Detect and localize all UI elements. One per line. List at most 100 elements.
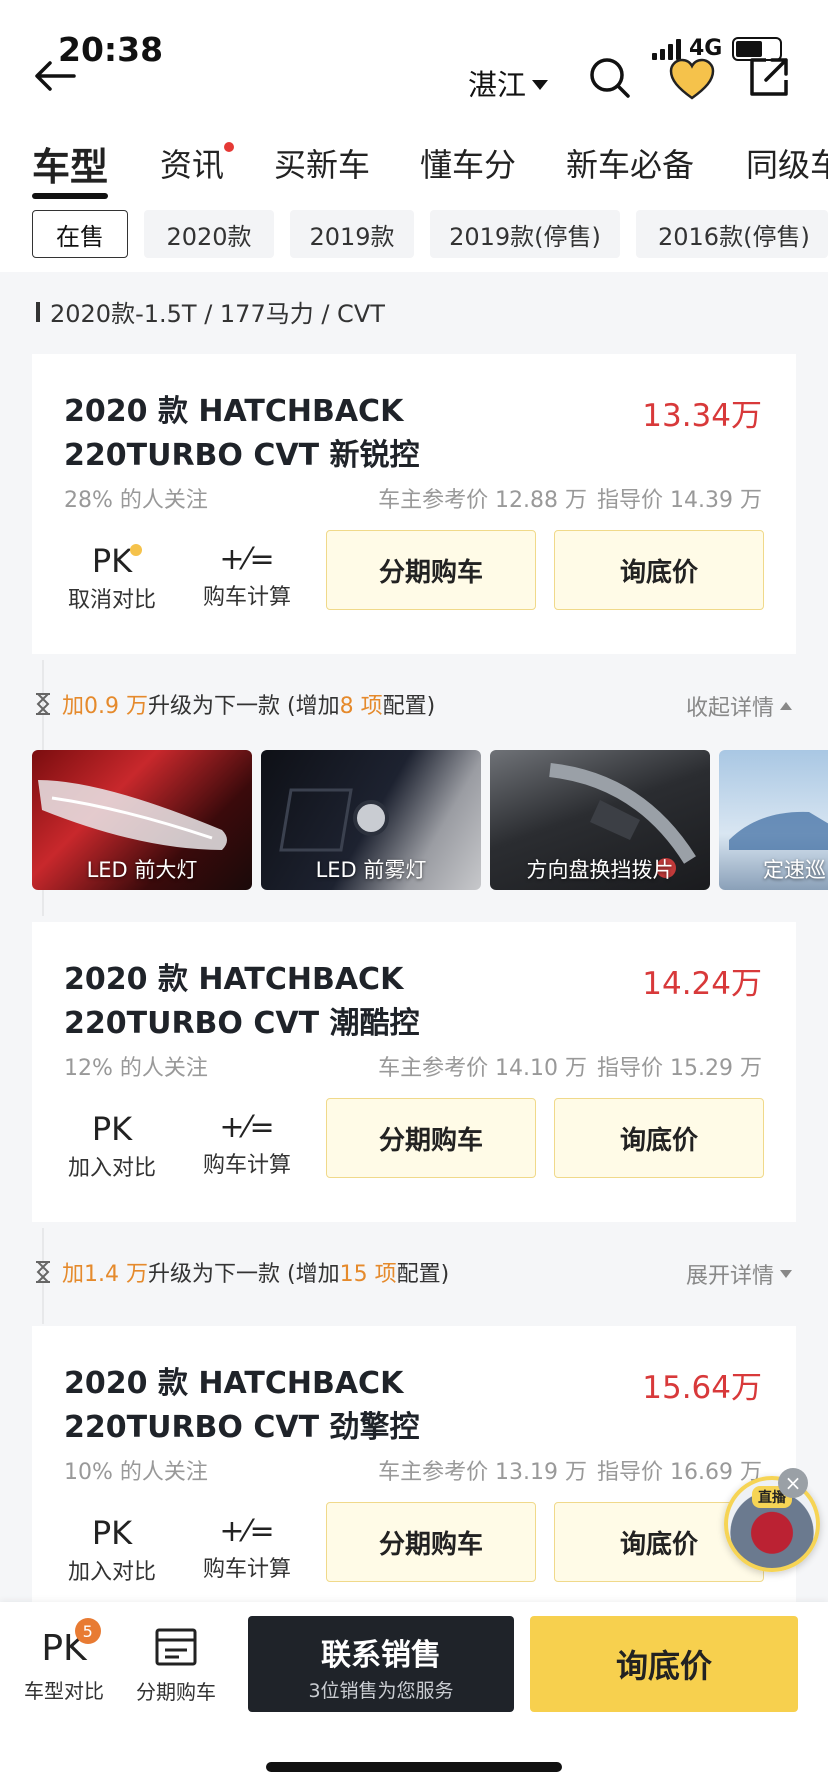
upgrade-hint: 加 1.4 万 升级为下一款 (增加 15 项 配置) 展开详情 <box>34 1248 798 1296</box>
ask-price-button[interactable]: 询底价 <box>554 530 764 610</box>
finance-button[interactable]: 分期购车 <box>326 1502 536 1582</box>
top-bar: 20:38 湛江 4G <box>0 0 828 128</box>
triangle-down-icon <box>780 1270 792 1278</box>
calculator-icon: +⁄= <box>219 1514 275 1549</box>
collapse-details-button[interactable]: 收起详情 <box>686 690 792 722</box>
upgrade-hint: 加 0.9 万 升级为下一款 (增加 8 项 配置) 收起详情 <box>34 680 798 728</box>
owner-price: 车主参考价 13.19 万 <box>378 1460 588 1485</box>
pk-label: 取消对比 <box>67 588 156 613</box>
model-card[interactable]: 2020 款 HATCHBACK 220TURBO CVT 新锐控 13.34万… <box>32 354 796 654</box>
pk-label: 加入对比 <box>67 1560 156 1585</box>
purchase-calculator[interactable]: +⁄= 购车计算 <box>192 542 302 611</box>
feature-caption: 定速巡 <box>763 858 826 882</box>
feature-photo[interactable]: LED 前雾灯 <box>261 750 481 890</box>
calculator-icon: +⁄= <box>219 542 275 577</box>
close-icon[interactable]: × <box>778 1468 808 1498</box>
filter-2019[interactable]: 2019款 <box>290 210 414 258</box>
guide-price: 指导价 16.69 万 <box>597 1460 762 1485</box>
tab-news[interactable]: 资讯 <box>160 140 235 186</box>
hourglass-icon <box>36 693 50 715</box>
purchase-calculator[interactable]: +⁄= 购车计算 <box>192 1514 302 1583</box>
expand-details-button[interactable]: 展开详情 <box>686 1258 792 1290</box>
contact-subtitle: 3位销售为您服务 <box>308 1680 454 1702</box>
guide-price: 指导价 15.29 万 <box>597 1056 762 1081</box>
finance-label: 分期购车 <box>136 1680 216 1704</box>
section-title-text: 2020款-1.5T / 177马力 / CVT <box>50 300 385 328</box>
feature-caption: LED 前大灯 <box>86 858 198 882</box>
tab-essentials[interactable]: 新车必备 <box>566 140 694 186</box>
signal-icon <box>652 38 681 60</box>
tab-news-label: 资讯 <box>160 146 225 184</box>
home-indicator <box>266 1762 562 1772</box>
contact-sales-button[interactable]: 联系销售 3位销售为您服务 <box>248 1616 514 1712</box>
compare-models-button[interactable]: PK 5 车型对比 <box>14 1618 114 1704</box>
model-name: 2020 款 HATCHBACK 220TURBO CVT 新锐控 <box>64 394 420 473</box>
bottom-finance-button[interactable]: 分期购车 <box>126 1628 226 1705</box>
guide-price: 指导价 14.39 万 <box>597 488 762 513</box>
notification-dot <box>224 142 235 152</box>
pk-icon: PK <box>92 542 143 580</box>
city-label: 湛江 <box>468 68 527 102</box>
upgrade-amount: 1.4 万 <box>84 1262 148 1287</box>
reference-prices: 车主参考价 13.19 万指导价 16.69 万 <box>378 1454 762 1486</box>
filter-2019-stopped[interactable]: 2019款(停售) <box>430 210 620 258</box>
tab-score[interactable]: 懂车分 <box>420 140 516 186</box>
model-name: 2020 款 HATCHBACK 220TURBO CVT 劲擎控 <box>64 1366 420 1445</box>
search-icon[interactable] <box>588 56 632 100</box>
bottom-ask-price-button[interactable]: 询底价 <box>530 1616 798 1712</box>
attention-rate: 10% 的人关注 <box>64 1460 208 1485</box>
caret-down-icon <box>532 79 549 90</box>
pk-compare-toggle[interactable]: PK 取消对比 <box>62 542 162 614</box>
feature-caption: 方向盘换挡拨片 <box>526 858 674 882</box>
city-selector[interactable]: 湛江 <box>468 62 549 104</box>
pk-icon: PK <box>91 1110 133 1148</box>
upgrade-items: 8 项 <box>339 694 383 719</box>
compare-label: 车型对比 <box>24 1679 104 1703</box>
model-price: 15.64万 <box>642 1370 762 1406</box>
tab-buy-new[interactable]: 买新车 <box>274 140 370 186</box>
upgrade-items: 15 项 <box>339 1262 397 1287</box>
feature-photo[interactable]: LED 前大灯 <box>32 750 252 890</box>
pk-label: 加入对比 <box>67 1156 156 1181</box>
tab-models[interactable]: 车型 <box>32 136 109 199</box>
tab-similar[interactable]: 同级车 <box>746 140 828 186</box>
upgrade-amount: 0.9 万 <box>84 694 148 719</box>
checked-badge-icon <box>130 544 143 556</box>
finance-button[interactable]: 分期购车 <box>326 530 536 610</box>
ask-price-button[interactable]: 询底价 <box>554 1098 764 1178</box>
section-title: 2020款-1.5T / 177马力 / CVT <box>36 294 385 329</box>
owner-price: 车主参考价 14.10 万 <box>378 1056 588 1081</box>
filter-2016-stopped[interactable]: 2016款(停售) <box>636 210 828 258</box>
model-card[interactable]: 2020 款 HATCHBACK 220TURBO CVT 潮酷控 14.24万… <box>32 922 796 1222</box>
pk-icon: PK <box>91 1514 133 1552</box>
attention-rate: 12% 的人关注 <box>64 1056 208 1081</box>
attention-rate: 28% 的人关注 <box>64 488 208 513</box>
share-icon[interactable] <box>748 56 790 98</box>
model-price: 14.24万 <box>642 966 762 1002</box>
main-tabs: 车型 资讯 买新车 懂车分 新车必备 同级车 <box>0 128 828 204</box>
model-price: 13.34万 <box>642 398 762 434</box>
feature-photo[interactable]: 定速巡 <box>719 750 828 890</box>
model-name: 2020 款 HATCHBACK 220TURBO CVT 潮酷控 <box>64 962 420 1041</box>
filter-on-sale[interactable]: 在售 <box>32 210 128 258</box>
reference-prices: 车主参考价 12.88 万指导价 14.39 万 <box>378 482 762 514</box>
calculator-icon: +⁄= <box>219 1110 275 1145</box>
finance-icon <box>155 1628 197 1666</box>
hourglass-icon <box>36 1261 50 1283</box>
favorite-heart-icon[interactable] <box>668 58 716 100</box>
calculator-label: 购车计算 <box>202 1153 291 1178</box>
pk-compare-toggle[interactable]: PK 加入对比 <box>62 1110 162 1182</box>
model-card[interactable]: 2020 款 HATCHBACK 220TURBO CVT 劲擎控 15.64万… <box>32 1326 796 1616</box>
compare-count-badge: 5 <box>74 1618 101 1644</box>
filter-2020[interactable]: 2020款 <box>144 210 274 258</box>
finance-button[interactable]: 分期购车 <box>326 1098 536 1178</box>
pk-compare-toggle[interactable]: PK 加入对比 <box>62 1514 162 1586</box>
triangle-up-icon <box>780 702 792 710</box>
calculator-label: 购车计算 <box>202 585 291 610</box>
year-filters: 在售 2020款 2019款 2019款(停售) 2016款(停售) <box>0 204 828 272</box>
back-arrow-icon[interactable] <box>30 56 80 96</box>
owner-price: 车主参考价 12.88 万 <box>378 488 588 513</box>
feature-photo[interactable]: 方向盘换挡拨片 <box>490 750 710 890</box>
purchase-calculator[interactable]: +⁄= 购车计算 <box>192 1110 302 1179</box>
reference-prices: 车主参考价 14.10 万指导价 15.29 万 <box>378 1050 762 1082</box>
